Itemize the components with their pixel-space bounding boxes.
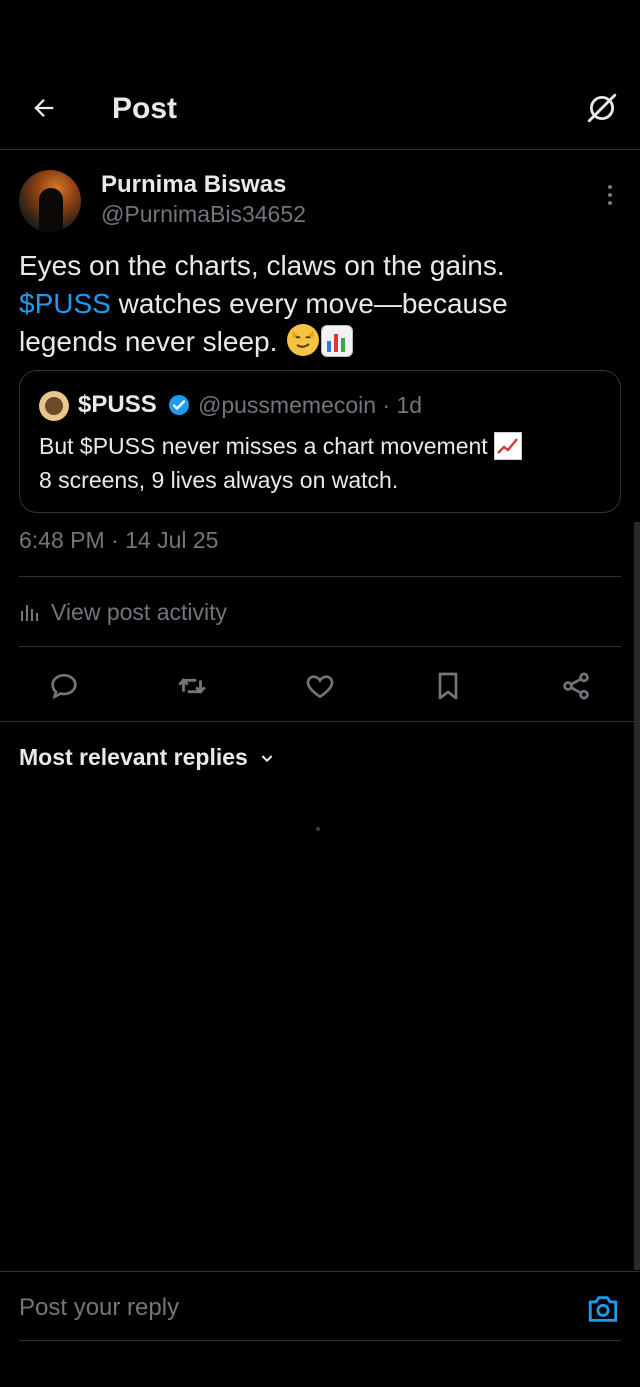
reply-icon	[51, 673, 77, 700]
cashtag-link[interactable]: $PUSS	[19, 288, 111, 319]
post-body: Eyes on the charts, claws on the gains. …	[19, 247, 619, 361]
chevron-down-icon	[258, 749, 276, 767]
share-icon	[563, 672, 589, 700]
verified-badge-icon	[169, 395, 189, 415]
bar-chart-emoji-icon	[321, 325, 354, 357]
action-bar	[0, 660, 640, 710]
quoted-handle-time: @pussmemecoin · 1d	[198, 392, 423, 418]
heart-icon	[306, 675, 334, 699]
divider	[19, 646, 621, 647]
quoted-post-card[interactable]: $PUSS @pussmemecoin · 1d But $PUSS never…	[19, 370, 621, 513]
like-button[interactable]	[300, 666, 340, 706]
smirking-cat-emoji-icon	[287, 324, 320, 356]
quoted-text: But $PUSS never misses a chart movement …	[39, 429, 609, 497]
page-title: Post	[112, 92, 178, 125]
camera-button[interactable]	[586, 1292, 620, 1326]
reply-input[interactable]	[19, 1288, 559, 1328]
post-text-line3: legends never sleep.	[19, 326, 286, 357]
bookmark-icon	[438, 672, 458, 700]
reply-button[interactable]	[44, 666, 84, 706]
more-vertical-icon	[608, 185, 612, 189]
more-options-button[interactable]	[600, 180, 620, 210]
bar-chart-icon	[21, 605, 38, 621]
author-name[interactable]: Purnima Biswas	[101, 171, 286, 199]
post-text-line1: Eyes on the charts, claws on the gains.	[19, 250, 505, 281]
quoted-author-name: $PUSS	[78, 391, 157, 418]
post-timestamp: 6:48 PM · 14 Jul 25	[19, 527, 219, 553]
view-post-activity-link[interactable]: View post activity	[19, 596, 227, 628]
divider	[19, 576, 621, 577]
back-button[interactable]	[26, 90, 62, 126]
loading-indicator	[316, 827, 320, 831]
repost-button[interactable]	[172, 666, 212, 706]
grok-button[interactable]	[584, 90, 620, 126]
composer-divider	[19, 1340, 621, 1341]
sort-label: Most relevant replies	[19, 744, 248, 770]
arrow-left-icon	[34, 99, 54, 117]
top-app-bar: Post	[0, 70, 640, 150]
repost-icon	[178, 678, 206, 694]
section-divider	[0, 721, 640, 722]
bookmark-button[interactable]	[428, 666, 468, 706]
reply-composer	[0, 1271, 640, 1341]
post-detail-screen: Post Purnima Biswas @PurnimaBis34652 Eye…	[0, 0, 640, 1387]
author-handle[interactable]: @PurnimaBis34652	[101, 201, 306, 228]
replies-sort-dropdown[interactable]: Most relevant replies	[19, 744, 276, 771]
camera-icon	[588, 1296, 618, 1322]
chart-increasing-emoji-icon	[494, 432, 523, 460]
author-avatar[interactable]	[19, 170, 81, 232]
quoted-avatar	[39, 391, 69, 421]
share-button[interactable]	[556, 666, 596, 706]
scrollbar[interactable]	[634, 522, 640, 1270]
activity-label: View post activity	[51, 598, 227, 625]
post-text-line2: watches every move—because	[110, 288, 508, 319]
grok-icon	[587, 93, 617, 123]
